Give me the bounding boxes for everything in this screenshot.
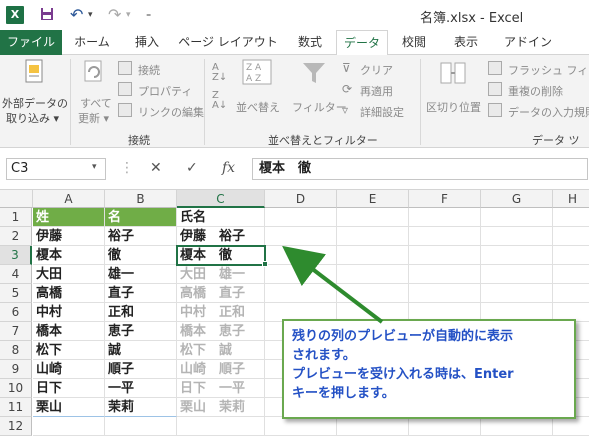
callout-arrow <box>282 245 384 324</box>
